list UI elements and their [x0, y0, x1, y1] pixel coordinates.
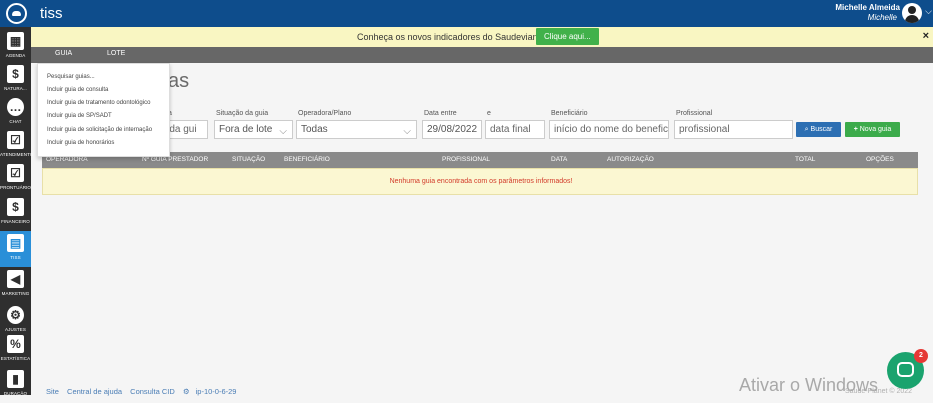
sidebar-item-duracao[interactable]: ▮ DURAÇÃO [0, 367, 31, 403]
user-name: Michelle Almeida [835, 3, 900, 12]
sidebar-item-atendimento[interactable]: ☑ ATENDIMENTO [0, 128, 34, 164]
guia-dropdown-menu: Pesquisar guias... Incluir guia de consu… [37, 63, 170, 157]
sidebar-item-label: TISS [10, 255, 21, 260]
close-icon[interactable]: × [923, 30, 929, 42]
sidebar-item-chat[interactable]: … CHAT [0, 95, 31, 131]
sidebar-item-label: DURAÇÃO [3, 391, 28, 396]
col-situacao: SITUAÇÃO [232, 156, 266, 163]
page-title: as [168, 70, 190, 92]
situacao-label: Situação da guia [216, 110, 269, 117]
menu-item-pesquisar-guias[interactable]: Pesquisar guias... [47, 74, 95, 80]
chat-widget-button[interactable]: 2 [887, 349, 928, 389]
col-beneficiario: BENEFICIÁRIO [284, 156, 330, 163]
calendar-icon: ▦ [7, 32, 24, 50]
sidebar-item-prontuario[interactable]: ☑ PRONTUÁRIO [0, 161, 31, 197]
menu-item-guia-odontologico[interactable]: Incluir guia de tratamento odontológico [47, 100, 150, 106]
module-menu-bar: GUIA LOTE [31, 47, 933, 63]
data-final-input[interactable]: data final [485, 120, 545, 139]
checklist-icon: ☑ [7, 164, 24, 182]
sidebar-item-estatistica[interactable]: % ESTATÍSTICA [0, 332, 31, 368]
col-total: TOTAL [795, 156, 816, 163]
app-title: tiss [40, 5, 63, 22]
announcement-banner: Conheça os novos indicadores do Saudevia… [31, 27, 933, 47]
col-opcoes: OPÇÕES [866, 156, 894, 163]
beneficiario-label: Beneficiário [551, 110, 588, 117]
profissional-input[interactable]: profissional [674, 120, 793, 139]
menu-item-guia-honorarios[interactable]: Incluir guia de honorários [47, 140, 114, 146]
sidebar-item-label: ESTATÍSTICA [0, 356, 31, 361]
chevron-down-icon: ⌵ [279, 126, 287, 137]
card-icon: ▤ [7, 234, 24, 252]
sidebar-item-label: MARKETING [1, 291, 30, 296]
sidebar-item-label: ATENDIMENTO [0, 152, 34, 157]
sidebar: ▦ AGENDA $ NATURA... … CHAT ☑ ATENDIMENT… [0, 27, 34, 396]
situacao-select[interactable]: Fora de lote ⌵ [214, 120, 293, 139]
sidebar-item-label: AGENDA [5, 53, 26, 58]
sidebar-item-label: FINANCEIRO [1, 219, 30, 224]
empty-message: Nenhuma guia encontrada com os parâmetro… [389, 178, 573, 185]
sidebar-item-agenda[interactable]: ▦ AGENDA [0, 29, 31, 65]
chevron-down-icon[interactable]: ⌵ [925, 6, 932, 17]
beneficiario-input[interactable]: início do nome do benefici [549, 120, 669, 139]
bars-icon: ▮ [7, 370, 24, 388]
col-autorizacao: AUTORIZAÇÃO [607, 156, 654, 163]
chat-icon: … [7, 98, 24, 116]
menu-lote[interactable]: LOTE [107, 50, 125, 57]
sidebar-item-natura[interactable]: $ NATURA... [0, 62, 31, 98]
checklist-icon: ☑ [7, 131, 24, 149]
search-icon: ⌕ [804, 126, 809, 133]
search-button-label: Buscar [810, 126, 833, 133]
gears-icon: ⚙ [7, 306, 24, 324]
menu-item-guia-sp-sadt[interactable]: Incluir guia de SP/SADT [47, 113, 112, 119]
sidebar-item-label: CHAT [9, 119, 22, 124]
windows-watermark: Ativar o Windows [739, 375, 879, 395]
chevron-down-icon: ⌵ [403, 126, 411, 137]
col-data: DATA [551, 156, 568, 163]
e-label: e [487, 110, 491, 117]
sidebar-item-marketing[interactable]: ◀ MARKETING [0, 267, 31, 303]
data-entre-label: Data entre [424, 110, 457, 117]
data-inicio-input[interactable]: 29/08/2022 [422, 120, 482, 139]
results-table-header: OPERADORA Nº GUIA PRESTADOR SITUAÇÃO BEN… [42, 152, 918, 168]
plus-icon: + [853, 126, 858, 133]
new-guide-button-label: Nova guia [859, 126, 892, 133]
profissional-label: Profissional [676, 110, 713, 117]
dollar-icon: $ [7, 65, 24, 83]
col-numero-guia: Nº GUIA PRESTADOR [142, 156, 209, 163]
user-username: Michelle [867, 13, 897, 22]
avatar[interactable] [902, 3, 922, 23]
sidebar-item-label: NATURA... [4, 86, 27, 91]
col-profissional: PROFISSIONAL [442, 156, 491, 163]
menu-item-guia-internacao[interactable]: Incluir guia de solicitação de internaçã… [47, 127, 152, 133]
menu-guia[interactable]: GUIA [55, 50, 72, 57]
search-button[interactable]: ⌕ Buscar [796, 122, 841, 137]
percent-icon: % [7, 335, 24, 353]
chat-icon [897, 362, 914, 377]
notification-badge: 2 [914, 349, 928, 363]
col-operadora: OPERADORA [46, 156, 88, 163]
sidebar-item-label: PRONTUÁRIO [0, 185, 32, 190]
megaphone-icon: ◀ [7, 270, 24, 288]
new-guide-button[interactable]: + Nova guia [845, 122, 900, 137]
menu-item-guia-consulta[interactable]: Incluir guia de consulta [47, 87, 108, 93]
empty-results-row: Nenhuma guia encontrada com os parâmetro… [42, 168, 918, 195]
banner-cta-button[interactable]: Clique aqui... [536, 28, 599, 45]
top-bar: tiss Michelle Almeida Michelle ⌵ [0, 0, 933, 27]
sidebar-item-financeiro[interactable]: $ FINANCEIRO [0, 195, 31, 231]
situacao-value: Fora de lote [219, 124, 273, 135]
app-logo-icon[interactable] [6, 3, 27, 24]
sidebar-item-tiss[interactable]: ▤ TISS [0, 231, 31, 267]
operadora-label: Operadora/Plano [298, 110, 352, 117]
operadora-value: Todas [301, 124, 328, 135]
banner-text: Conheça os novos indicadores do Saudevia… [357, 32, 548, 42]
operadora-select[interactable]: Todas ⌵ [296, 120, 417, 139]
dollar-icon: $ [7, 198, 24, 216]
